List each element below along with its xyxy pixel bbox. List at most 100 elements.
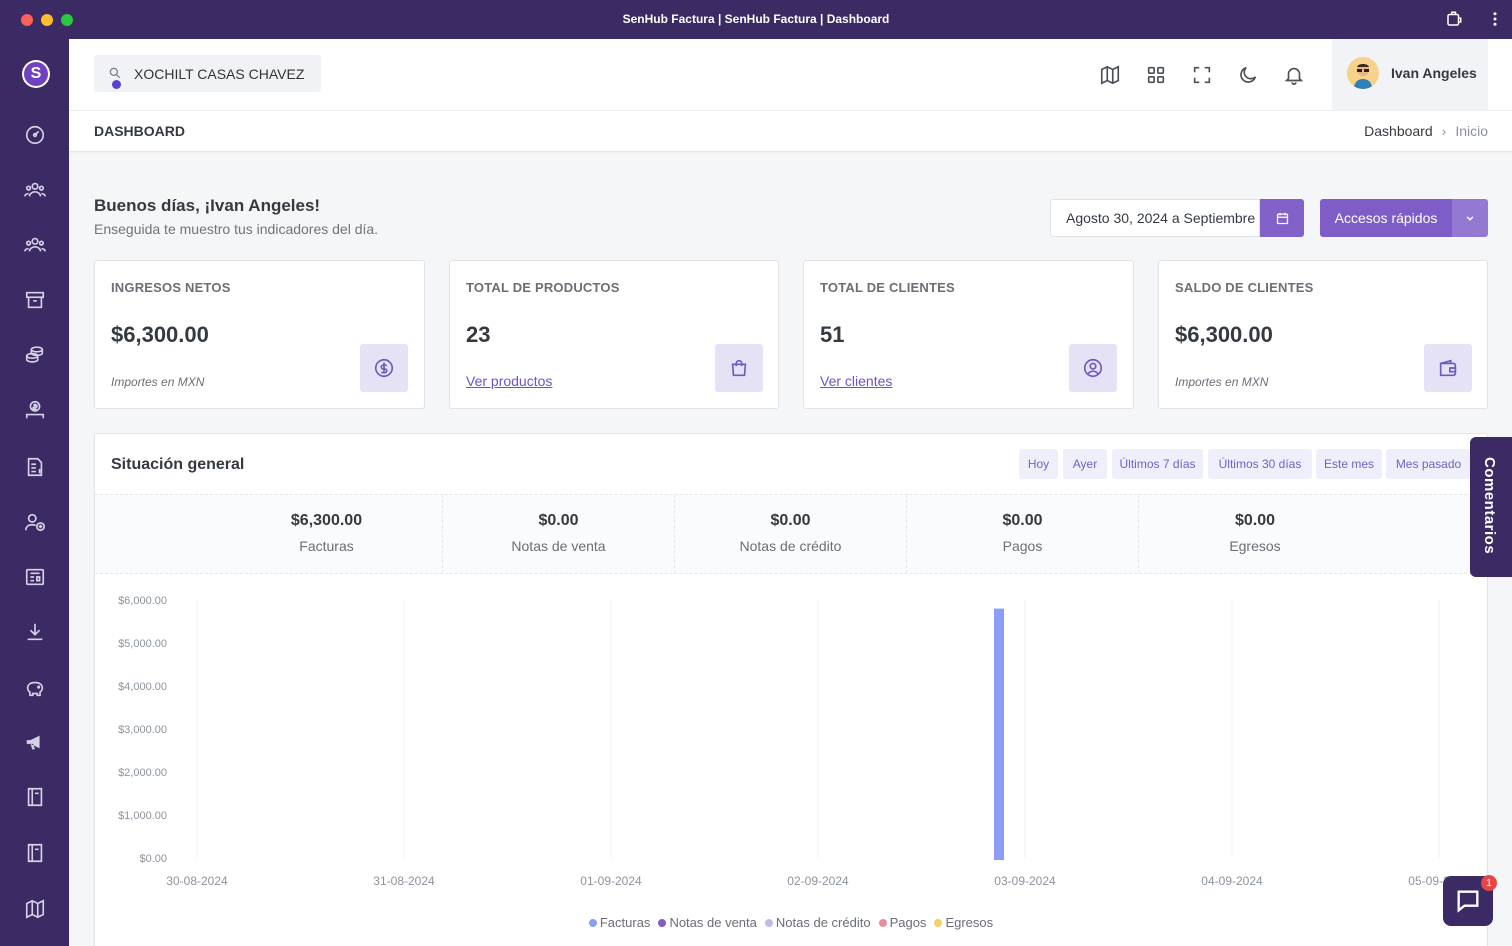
book-icon[interactable]: [24, 786, 46, 808]
greeting-title: Buenos días, ¡Ivan Angeles!: [94, 196, 321, 215]
stat-card-products: TOTAL DE PRODUCTOS 23 Ver productos: [449, 260, 779, 409]
range-today-button[interactable]: Hoy: [1019, 449, 1058, 479]
stat-card-net-income: INGRESOS NETOS $6,300.00 Importes en MXN: [94, 260, 425, 409]
map-icon[interactable]: [1099, 64, 1121, 86]
stat-label: SALDO DE CLIENTES: [1175, 280, 1314, 295]
fullscreen-icon[interactable]: [1191, 64, 1213, 86]
stat-value: $6,300.00: [111, 322, 209, 347]
team-icon[interactable]: [24, 179, 46, 201]
search-input[interactable]: [134, 55, 314, 92]
range-yesterday-button[interactable]: Ayer: [1063, 449, 1107, 479]
coins-icon[interactable]: [24, 344, 46, 366]
view-products-link[interactable]: Ver productos: [466, 373, 552, 389]
range-30-days-button[interactable]: Últimos 30 días: [1208, 449, 1312, 479]
search-box[interactable]: [94, 55, 321, 92]
quick-access-button[interactable]: Accesos rápidos: [1320, 199, 1452, 237]
dashboard-gauge-icon[interactable]: [24, 124, 46, 146]
greeting-subtitle: Enseguida te muestro tus indicadores del…: [94, 221, 379, 237]
legend-item[interactable]: Pagos: [878, 915, 926, 930]
megaphone-icon[interactable]: [24, 731, 46, 753]
y-tick-label: $0.00: [139, 853, 167, 865]
legend-dot: [934, 919, 943, 927]
x-tick-label: 02-09-2024: [787, 874, 849, 888]
overview-title: Situación general: [111, 456, 245, 473]
comments-tab[interactable]: Comentarios: [1470, 437, 1512, 577]
summary-expenses: $0.00 Egresos: [1139, 495, 1371, 573]
group-icon[interactable]: [24, 234, 46, 256]
search-icon: [108, 66, 122, 80]
summary-payments: $0.00 Pagos: [907, 495, 1139, 573]
legend-item[interactable]: Notas de venta: [658, 915, 757, 930]
dark-mode-moon-icon[interactable]: [1237, 64, 1259, 86]
legend-item[interactable]: Notas de crédito: [764, 915, 871, 930]
y-tick-label: $4,000.00: [118, 681, 167, 693]
legend-label: Egresos: [945, 915, 994, 930]
y-tick-label: $6,000.00: [118, 595, 167, 607]
range-last-month-button[interactable]: Mes pasado: [1386, 449, 1471, 479]
y-tick-label: $2,000.00: [118, 767, 167, 779]
piggy-bank-icon[interactable]: [24, 677, 46, 699]
bar-facturas: [994, 608, 1004, 860]
stat-value: 23: [466, 322, 491, 347]
stat-note: Importes en MXN: [111, 375, 205, 389]
x-tick-label: 30-08-2024: [166, 874, 228, 888]
stat-label: TOTAL DE PRODUCTOS: [466, 280, 620, 295]
quick-access-dropdown-toggle[interactable]: [1452, 199, 1488, 237]
y-tick-label: $1,000.00: [118, 810, 167, 822]
map-icon[interactable]: [24, 898, 46, 920]
chevron-down-icon: [1466, 216, 1474, 221]
summary-value: $0.00: [1002, 512, 1043, 529]
payments-icon[interactable]: [24, 399, 46, 421]
more-vertical-icon[interactable]: [1486, 10, 1504, 28]
legend-dot: [878, 919, 887, 927]
view-clients-link[interactable]: Ver clientes: [820, 373, 892, 389]
chat-bubble-icon: [1457, 890, 1479, 913]
add-user-icon[interactable]: [24, 511, 46, 533]
archive-icon[interactable]: [24, 289, 46, 311]
logo-letter: S: [24, 62, 48, 86]
stat-value: 51: [820, 322, 845, 347]
download-icon[interactable]: [24, 621, 46, 643]
breadcrumb: Dashboard › Inicio: [1364, 123, 1488, 139]
sidebar: S: [0, 39, 69, 946]
summary-label: Egresos: [1229, 538, 1281, 554]
summary-credit-notes: $0.00 Notas de crédito: [675, 495, 907, 573]
summary-label: Notas de crédito: [739, 538, 842, 554]
summary-strip: $6,300.00 Facturas $0.00 Notas de venta …: [95, 494, 1487, 574]
summary-label: Pagos: [1002, 538, 1043, 554]
notification-bell-icon[interactable]: [1283, 64, 1305, 86]
apps-grid-icon[interactable]: [1145, 64, 1167, 86]
calendar-button[interactable]: [1260, 199, 1304, 237]
overview-bar-chart: $6,000.00 $5,000.00 $4,000.00 $3,000.00 $2,0…: [118, 595, 1470, 888]
summary-value: $0.00: [538, 512, 579, 529]
chat-unread-badge: 1: [1481, 875, 1497, 891]
x-tick-label: 04-09-2024: [1201, 874, 1263, 888]
user-menu[interactable]: Ivan Angeles: [1332, 39, 1488, 110]
wallet-icon: [1424, 344, 1472, 392]
invoice-icon[interactable]: [24, 456, 46, 478]
date-range-input[interactable]: Agosto 30, 2024 a Septiembre 05, 2024: [1050, 199, 1260, 237]
range-7-days-button[interactable]: Últimos 7 días: [1112, 449, 1203, 479]
legend-item[interactable]: Egresos: [934, 915, 993, 930]
comments-label: Comentarios: [1481, 457, 1498, 555]
extension-icon[interactable]: [1445, 10, 1463, 28]
legend-dot: [764, 919, 773, 927]
legend-dot: [588, 919, 597, 927]
summary-sales-notes: $0.00 Notas de venta: [443, 495, 675, 573]
legend-item[interactable]: Facturas: [588, 915, 651, 930]
user-name: Ivan Angeles: [1391, 65, 1477, 81]
main-content: Ivan Angeles DASHBOARD Dashboard›Inicio …: [69, 39, 1512, 946]
summary-value: $0.00: [1234, 512, 1276, 529]
legend-label: Facturas: [599, 915, 651, 930]
breadcrumb-dashboard-link[interactable]: Dashboard: [1364, 123, 1433, 139]
top-header: Ivan Angeles: [69, 39, 1512, 111]
book-icon-2[interactable]: [24, 842, 46, 864]
chart-legend: Facturas Notas de venta Notas de crédito Pa…: [95, 915, 1487, 930]
logo[interactable]: S: [22, 60, 50, 88]
legend-label: Notas de venta: [669, 915, 757, 930]
stat-label: TOTAL DE CLIENTES: [820, 280, 955, 295]
range-this-month-button[interactable]: Este mes: [1316, 449, 1382, 479]
legend-label: Notas de crédito: [775, 915, 871, 930]
newspaper-icon[interactable]: [24, 566, 46, 588]
overview-panel: Situación general Hoy Ayer Últimos 7 día…: [94, 433, 1488, 946]
